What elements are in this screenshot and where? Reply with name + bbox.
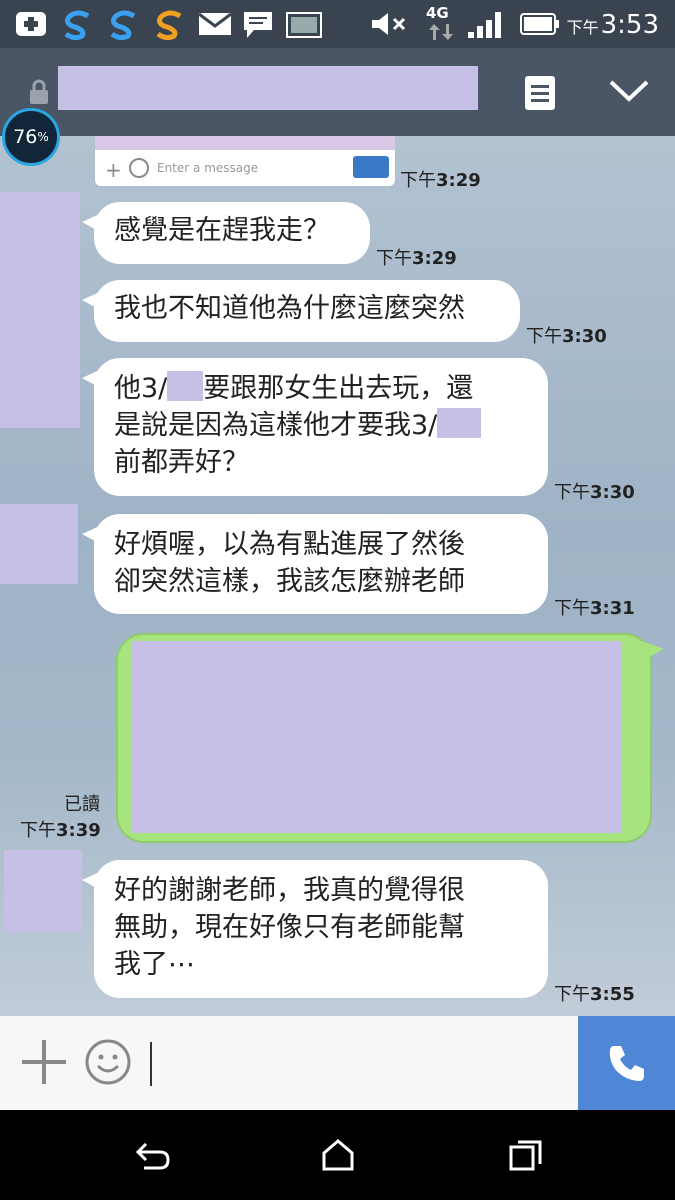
status-clock: 下午3:53 [567, 10, 659, 40]
message-line: 前都弄好？ [114, 447, 249, 478]
message-time: 下午3:29 [376, 244, 457, 270]
mail-icon [198, 12, 232, 35]
message-text: 我也不知道他為什麼這麼突然 [114, 293, 465, 324]
time-ampm: 下午 [554, 984, 590, 1005]
message-bubble[interactable]: 感覺是在趕我走？ [82, 202, 370, 264]
plus-icon[interactable] [20, 1036, 68, 1088]
avatar[interactable] [0, 504, 78, 584]
message-time: 下午3:29 [400, 166, 481, 192]
chat-title-redacted[interactable] [58, 66, 478, 110]
message-time: 下午3:30 [526, 322, 607, 348]
sent-message-redaction [132, 641, 622, 833]
call-button[interactable] [578, 1016, 675, 1110]
time-value: 3:29 [412, 248, 457, 269]
time-value: 3:29 [436, 170, 481, 191]
chat-area[interactable]: + Enter a message 下午3:29 感覺是在趕我走？ 下午3:29… [0, 136, 675, 1016]
preview-placeholder: Enter a message [157, 161, 259, 175]
image-icon [286, 12, 322, 38]
clock-time: 3:53 [600, 10, 659, 40]
message-bubble[interactable]: 他3/要跟那女生出去玩，還 是說是因為這樣他才要我3/ 前都弄好？ [82, 358, 548, 496]
network-type: 4G [426, 4, 449, 22]
time-ampm: 下午 [20, 820, 56, 841]
read-receipt: 已讀 [64, 794, 100, 815]
time-ampm: 下午 [400, 170, 436, 191]
time-ampm: 下午 [376, 248, 412, 269]
plus-box-icon [16, 12, 46, 36]
system-nav-bar [0, 1110, 675, 1200]
time-ampm: 下午 [526, 326, 562, 347]
mute-icon [372, 13, 406, 35]
message-text: 感覺是在趕我走？ [114, 215, 330, 246]
message-icon [244, 12, 272, 38]
battery-icon [520, 13, 559, 35]
battery-value: 76 [13, 126, 38, 148]
sync-icon [64, 10, 90, 40]
back-icon[interactable] [132, 1138, 172, 1172]
chat-header [0, 48, 675, 136]
time-value: 3:30 [562, 326, 607, 347]
message-time: 下午3:39 [20, 816, 101, 842]
time-value: 3:31 [590, 598, 635, 619]
menu-icon[interactable] [523, 74, 557, 112]
chevron-down-icon[interactable] [608, 78, 650, 104]
preview-plus-icon: + [105, 158, 122, 182]
message-line: 無助，現在好像只有老師能幫 [114, 912, 465, 943]
sync-icon [156, 10, 182, 40]
status-bar: 4G 下午3:53 [0, 0, 675, 48]
message-line: 我了⋯ [114, 949, 195, 980]
date-redaction [437, 408, 482, 438]
time-ampm: 下午 [554, 598, 590, 619]
message-text: 要跟那女生出去玩，還 [203, 373, 474, 404]
message-line: 是說是因為這樣他才要我3/ [114, 407, 528, 444]
battery-overlay-bubble[interactable]: 76% [2, 108, 60, 166]
clock-ampm: 下午 [566, 18, 599, 37]
date-redaction [167, 371, 204, 401]
message-time: 下午3:30 [554, 478, 635, 504]
time-value: 3:39 [56, 820, 101, 841]
time-ampm: 下午 [554, 482, 590, 503]
sent-message-bubble[interactable] [116, 633, 664, 843]
text-input-cursor[interactable] [150, 1042, 152, 1086]
message-line: 好的謝謝老師，我真的覺得很 [114, 875, 465, 906]
message-line: 他3/要跟那女生出去玩，還 [114, 370, 528, 407]
image-redaction [95, 136, 395, 150]
message-input-bar [0, 1016, 675, 1110]
image-message[interactable]: + Enter a message [95, 136, 395, 186]
avatar[interactable] [0, 192, 80, 428]
data-arrows-icon [429, 24, 453, 40]
recents-icon[interactable] [508, 1138, 544, 1172]
phone-icon [609, 1046, 644, 1081]
signal-icon [468, 12, 501, 38]
preview-emoji-icon [129, 158, 149, 178]
message-text: 他3/ [114, 373, 168, 404]
lock-icon [30, 79, 48, 104]
message-bubble[interactable]: 我也不知道他為什麼這麼突然 [82, 280, 520, 342]
time-value: 3:30 [590, 482, 635, 503]
avatar[interactable] [4, 850, 82, 932]
home-icon[interactable] [320, 1138, 356, 1172]
emoji-icon[interactable] [84, 1036, 132, 1088]
preview-mic-icon [353, 156, 389, 178]
message-time: 下午3:31 [554, 594, 635, 620]
time-value: 3:55 [590, 984, 635, 1005]
message-line: 好煩喔，以為有點進展了然後 [114, 529, 465, 560]
message-time: 下午3:55 [554, 980, 635, 1006]
message-line: 卻突然這樣，我該怎麼辦老師 [114, 566, 465, 597]
message-bubble[interactable]: 好的謝謝老師，我真的覺得很 無助，現在好像只有老師能幫 我了⋯ [82, 860, 548, 998]
message-text: 是說是因為這樣他才要我3/ [114, 410, 438, 441]
sync-icon [110, 10, 136, 40]
message-bubble[interactable]: 好煩喔，以為有點進展了然後 卻突然這樣，我該怎麼辦老師 [82, 514, 548, 614]
battery-unit: % [37, 130, 49, 144]
